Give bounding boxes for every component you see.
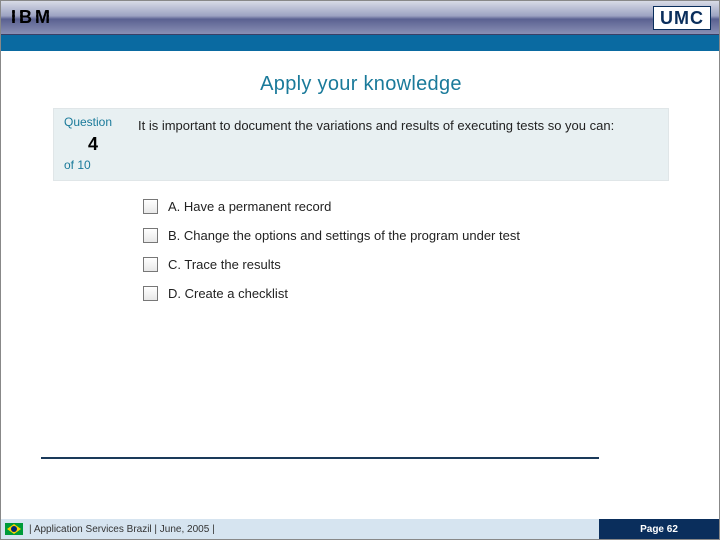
umc-logo: UMC [653,6,711,30]
option-label: C. Trace the results [168,257,281,272]
question-label-bottom: of 10 [64,158,122,174]
slide: IBM UMC Apply your knowledge Question 4 … [0,0,720,540]
checkbox-icon[interactable] [143,257,158,272]
ibm-logo: IBM [9,7,55,28]
checkbox-icon[interactable] [143,228,158,243]
option-d[interactable]: D. Create a checklist [143,286,669,301]
brazil-flag-icon [5,523,23,535]
option-a[interactable]: A. Have a permanent record [143,199,669,214]
option-label: B. Change the options and settings of th… [168,228,520,243]
option-label: D. Create a checklist [168,286,288,301]
option-label: A. Have a permanent record [168,199,331,214]
checkbox-icon[interactable] [143,199,158,214]
footer-page: Page 62 [599,519,719,539]
question-indicator: Question 4 of 10 [54,109,128,180]
checkbox-icon[interactable] [143,286,158,301]
page-title: Apply your knowledge [53,73,669,96]
top-bar: IBM UMC [1,1,719,35]
question-text: It is important to document the variatio… [128,109,668,180]
divider-line [41,457,599,459]
footer: | Application Services Brazil | June, 20… [1,519,719,539]
question-label-top: Question [64,115,122,131]
option-c[interactable]: C. Trace the results [143,257,669,272]
footer-text: | Application Services Brazil | June, 20… [29,524,215,535]
sub-bar [1,35,719,51]
option-b[interactable]: B. Change the options and settings of th… [143,228,669,243]
content-area: Apply your knowledge Question 4 of 10 It… [53,73,669,315]
footer-left: | Application Services Brazil | June, 20… [1,519,599,539]
question-box: Question 4 of 10 It is important to docu… [53,108,669,181]
options-list: A. Have a permanent record B. Change the… [143,199,669,301]
question-number: 4 [64,133,122,156]
